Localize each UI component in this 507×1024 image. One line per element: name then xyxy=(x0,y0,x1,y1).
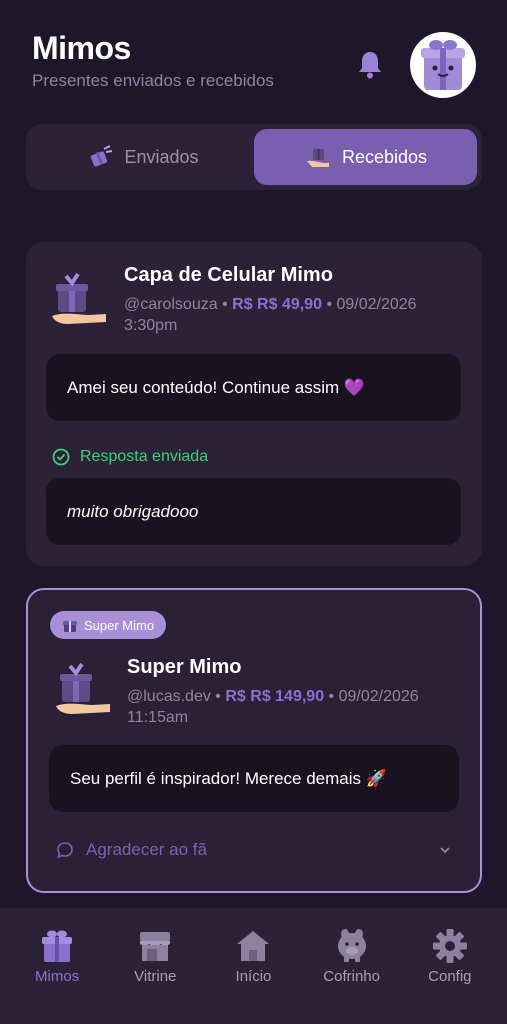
badge-label: Super Mimo xyxy=(84,617,155,633)
tab-recebidos[interactable]: Recebidos xyxy=(254,129,477,185)
nav-label: Config xyxy=(428,968,472,985)
gift-receive-icon xyxy=(306,149,329,167)
page-title: Mimos xyxy=(32,30,131,66)
nav-label: Início xyxy=(235,968,272,985)
avatar[interactable] xyxy=(410,32,476,98)
super-mimo-badge: Super Mimo xyxy=(50,611,167,639)
gift-send-icon xyxy=(91,145,113,167)
reply-message: muito obrigadooo xyxy=(46,478,461,545)
tab-enviados[interactable]: Enviados xyxy=(31,129,254,185)
gift-price: R$ R$ 149,90 xyxy=(225,688,325,705)
reply-status-label: Resposta enviada xyxy=(80,448,209,465)
piggy-bank-icon xyxy=(337,929,366,962)
nav-item-mimos[interactable]: Mimos xyxy=(12,926,102,1024)
check-circle-icon xyxy=(52,448,70,466)
page-header: Mimos Presentes enviados e recebidos xyxy=(32,30,274,91)
gift-title: Super Mimo xyxy=(127,656,242,678)
tab-label: Recebidos xyxy=(341,146,428,167)
thank-fan-button[interactable]: Agradecer ao fã xyxy=(56,840,452,860)
gift-meta: @lucas.dev • R$ R$ 149,90 • 09/02/2026 1… xyxy=(127,686,467,728)
meta-separator: • xyxy=(222,296,228,313)
chat-bubble-icon xyxy=(57,842,73,859)
gift-card: Capa de Celular Mimo @carolsouza • R$ R$… xyxy=(26,242,482,566)
chevron-down-icon[interactable] xyxy=(438,843,452,857)
gift-user[interactable]: @lucas.dev xyxy=(127,688,211,705)
gift-in-hand-icon xyxy=(52,272,106,324)
gift-user[interactable]: @carolsouza xyxy=(124,296,218,313)
gift-mascot-icon xyxy=(421,40,465,90)
bell-icon[interactable] xyxy=(356,50,384,80)
gift-message: Seu perfil é inspirador! Merece demais 🚀 xyxy=(49,745,459,812)
nav-item-config[interactable]: Config xyxy=(405,926,495,1024)
nav-item-inicio[interactable]: Início xyxy=(208,926,298,1024)
nav-item-vitrine[interactable]: Vitrine xyxy=(110,926,200,1024)
gift-price: R$ R$ 49,90 xyxy=(232,296,322,313)
page-subtitle: Presentes enviados e recebidos xyxy=(32,71,274,90)
nav-label: Cofrinho xyxy=(323,968,380,985)
gift-message: Amei seu conteúdo! Continue assim 💜 xyxy=(46,354,461,421)
meta-separator: • xyxy=(215,688,221,705)
nav-label: Vitrine xyxy=(134,968,177,985)
meta-separator: • xyxy=(326,296,333,313)
tab-bar: Enviados Recebidos xyxy=(26,124,482,190)
gift-in-hand-icon xyxy=(56,662,110,714)
reply-status: Resposta enviada xyxy=(52,448,208,466)
home-icon xyxy=(237,931,270,961)
bottom-nav: Mimos Vitrine Início Cofrinho Config xyxy=(0,908,507,1024)
gift-badge-icon xyxy=(63,621,77,632)
storefront-icon xyxy=(140,932,171,961)
gift-icon xyxy=(42,930,73,962)
gift-title: Capa de Celular Mimo xyxy=(124,264,333,286)
tab-label: Enviados xyxy=(124,146,199,167)
nav-item-cofrinho[interactable]: Cofrinho xyxy=(307,926,397,1024)
gear-icon xyxy=(432,929,467,963)
nav-label: Mimos xyxy=(35,968,80,985)
thank-fan-label: Agradecer ao fã xyxy=(86,840,207,859)
meta-separator: • xyxy=(328,688,335,705)
super-gift-card: Super Mimo Super Mimo @lucas.dev • R$ R$… xyxy=(26,588,482,893)
gift-meta: @carolsouza • R$ R$ 49,90 • 09/02/2026 3… xyxy=(124,294,464,336)
